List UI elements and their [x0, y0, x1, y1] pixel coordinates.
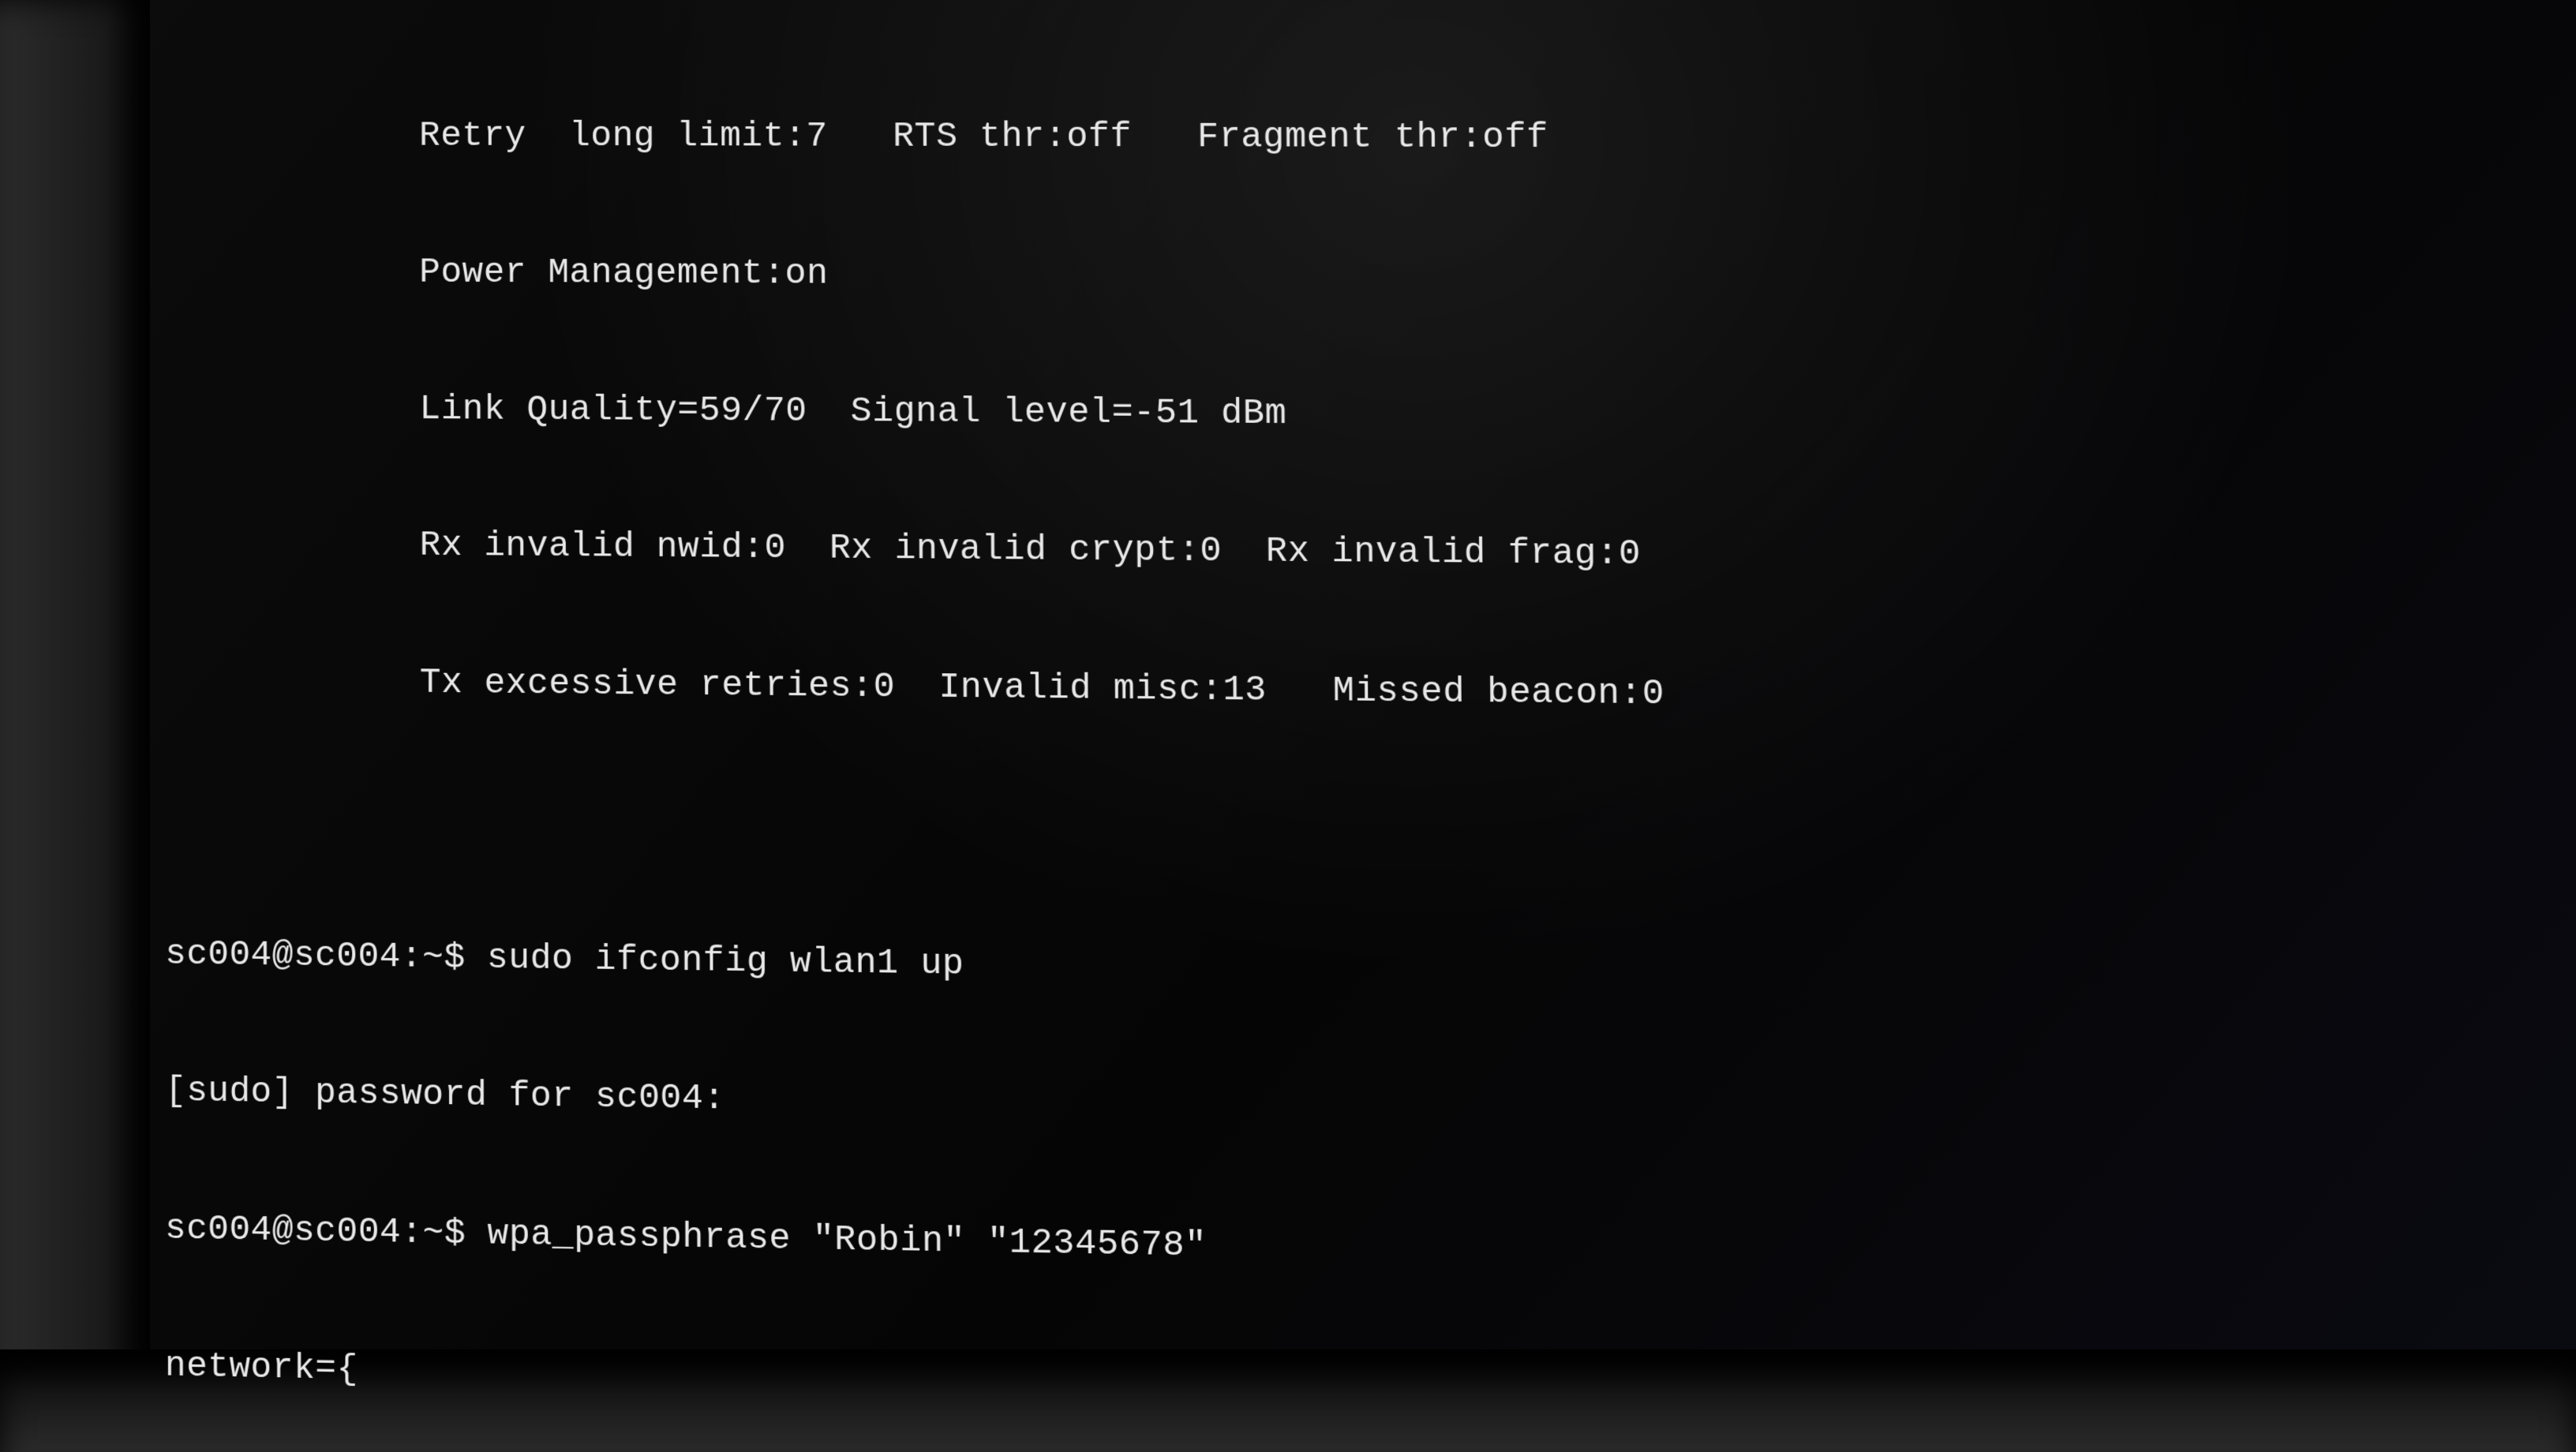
- prompt-line-1: sc004@sc004:~$ sudo ifconfig wlan1 up: [165, 932, 2576, 1010]
- iwconfig-rx-line: Rx invalid nwid:0 Rx invalid crypt:0 Rx …: [166, 522, 2576, 586]
- prompt-line-2: sc004@sc004:~$ wpa_passphrase "Robin" "1…: [165, 1207, 2576, 1295]
- iwconfig-retry-line: Retry long limit:7 RTS thr:off Fragment …: [166, 114, 2576, 163]
- sudo-password-line: [sudo] password for sc004:: [165, 1069, 2576, 1152]
- iwconfig-linkquality-line: Link Quality=59/70 Signal level=-51 dBm: [166, 386, 2576, 445]
- iwconfig-power-line: Power Management:on: [166, 249, 2576, 304]
- prompt-2: sc004@sc004:~$: [165, 1209, 488, 1255]
- command-1: sudo ifconfig wlan1 up: [487, 938, 964, 985]
- command-2: wpa_passphrase "Robin" "12345678": [488, 1214, 1208, 1267]
- wpa-network-open: network={: [165, 1344, 2576, 1437]
- blank-line: [165, 795, 2576, 868]
- terminal-output[interactable]: Retry long limit:7 RTS thr:off Fragment …: [164, 24, 2576, 1452]
- prompt-1: sc004@sc004:~$: [165, 934, 487, 979]
- iwconfig-tx-line: Tx excessive retries:0 Invalid misc:13 M…: [165, 658, 2576, 727]
- monitor-bezel-left: [0, 0, 150, 1452]
- monitor-screen: Retry long limit:7 RTS thr:off Fragment …: [0, 0, 2576, 1452]
